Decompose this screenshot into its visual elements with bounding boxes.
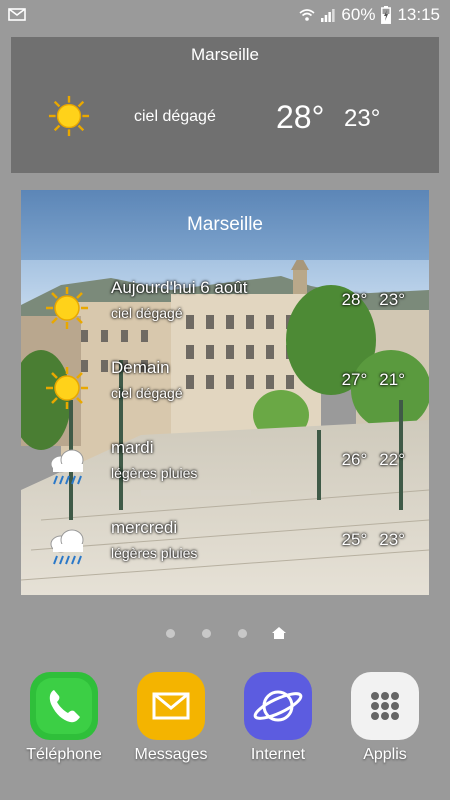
sun-icon	[46, 287, 88, 329]
weather-widget-small[interactable]: Marseille ciel dégagé 28° 23°	[11, 37, 439, 173]
page-dot[interactable]	[202, 629, 211, 638]
forecast-row: mercredi légères pluies 25° 23°	[21, 510, 429, 590]
forecast-low: 23°	[379, 530, 405, 549]
forecast-high: 27°	[341, 370, 368, 389]
battery-charging-icon	[381, 6, 392, 24]
forecast-city: Marseille	[186, 214, 264, 235]
app-messages[interactable]: Messages	[121, 672, 221, 764]
app-phone[interactable]: Téléphone	[14, 672, 114, 764]
forecast-day: Aujourd'hui 6 août	[111, 278, 248, 297]
current-low-temp: 23°	[344, 105, 381, 132]
email-notification-icon	[8, 8, 26, 21]
app-label: Internet	[250, 746, 306, 763]
phone-icon[interactable]	[30, 672, 98, 740]
forecast-row: mardi légères pluies 26° 22°	[21, 430, 429, 510]
app-dock: Téléphone Messages Internet Applis	[0, 672, 450, 782]
sun-icon	[48, 95, 90, 137]
app-internet[interactable]: Internet	[228, 672, 328, 764]
envelope-icon[interactable]	[137, 672, 205, 740]
forecast-low: 23°	[379, 290, 405, 309]
forecast-day: Demain	[111, 358, 170, 377]
weather-widget-forecast[interactable]: Marseille Aujourd'hui 6 août ciel dégagé…	[21, 190, 429, 595]
clock: 13:15	[397, 5, 440, 24]
current-high-temp: 28°	[276, 99, 325, 135]
forecast-desc: légères pluies	[111, 465, 198, 481]
forecast-low: 21°	[379, 370, 405, 389]
wifi-icon	[299, 9, 315, 21]
app-label: Téléphone	[26, 746, 102, 763]
forecast-desc: légères pluies	[111, 545, 198, 561]
status-bar: 60% 13:15	[0, 0, 450, 30]
sun-icon	[46, 367, 88, 409]
forecast-high: 25°	[341, 530, 368, 549]
app-label: Applis	[363, 746, 407, 763]
signal-icon	[321, 9, 336, 22]
forecast-high: 28°	[341, 290, 368, 309]
page-dot[interactable]	[166, 629, 175, 638]
forecast-high: 26°	[341, 450, 368, 469]
forecast-day: mardi	[111, 438, 154, 457]
page-dot[interactable]	[238, 629, 247, 638]
forecast-row: Demain ciel dégagé 27° 21°	[21, 350, 429, 430]
apps-grid-icon[interactable]	[351, 672, 419, 740]
forecast-day: mercredi	[111, 518, 178, 537]
app-label: Messages	[134, 746, 208, 763]
page-indicator	[0, 625, 450, 641]
rain-cloud-icon	[50, 529, 84, 565]
widget-city: Marseille	[190, 45, 260, 64]
forecast-row: Aujourd'hui 6 août ciel dégagé 28° 23°	[21, 270, 429, 350]
app-apps[interactable]: Applis	[335, 672, 435, 764]
forecast-header: Marseille	[21, 190, 429, 260]
globe-icon[interactable]	[244, 672, 312, 740]
home-page-icon[interactable]	[272, 627, 286, 639]
forecast-desc: ciel dégagé	[111, 385, 183, 401]
rain-cloud-icon	[50, 449, 84, 485]
current-condition: ciel dégagé	[134, 108, 216, 125]
forecast-low: 22°	[379, 450, 405, 469]
battery-percent: 60%	[341, 5, 376, 24]
forecast-desc: ciel dégagé	[111, 305, 183, 321]
